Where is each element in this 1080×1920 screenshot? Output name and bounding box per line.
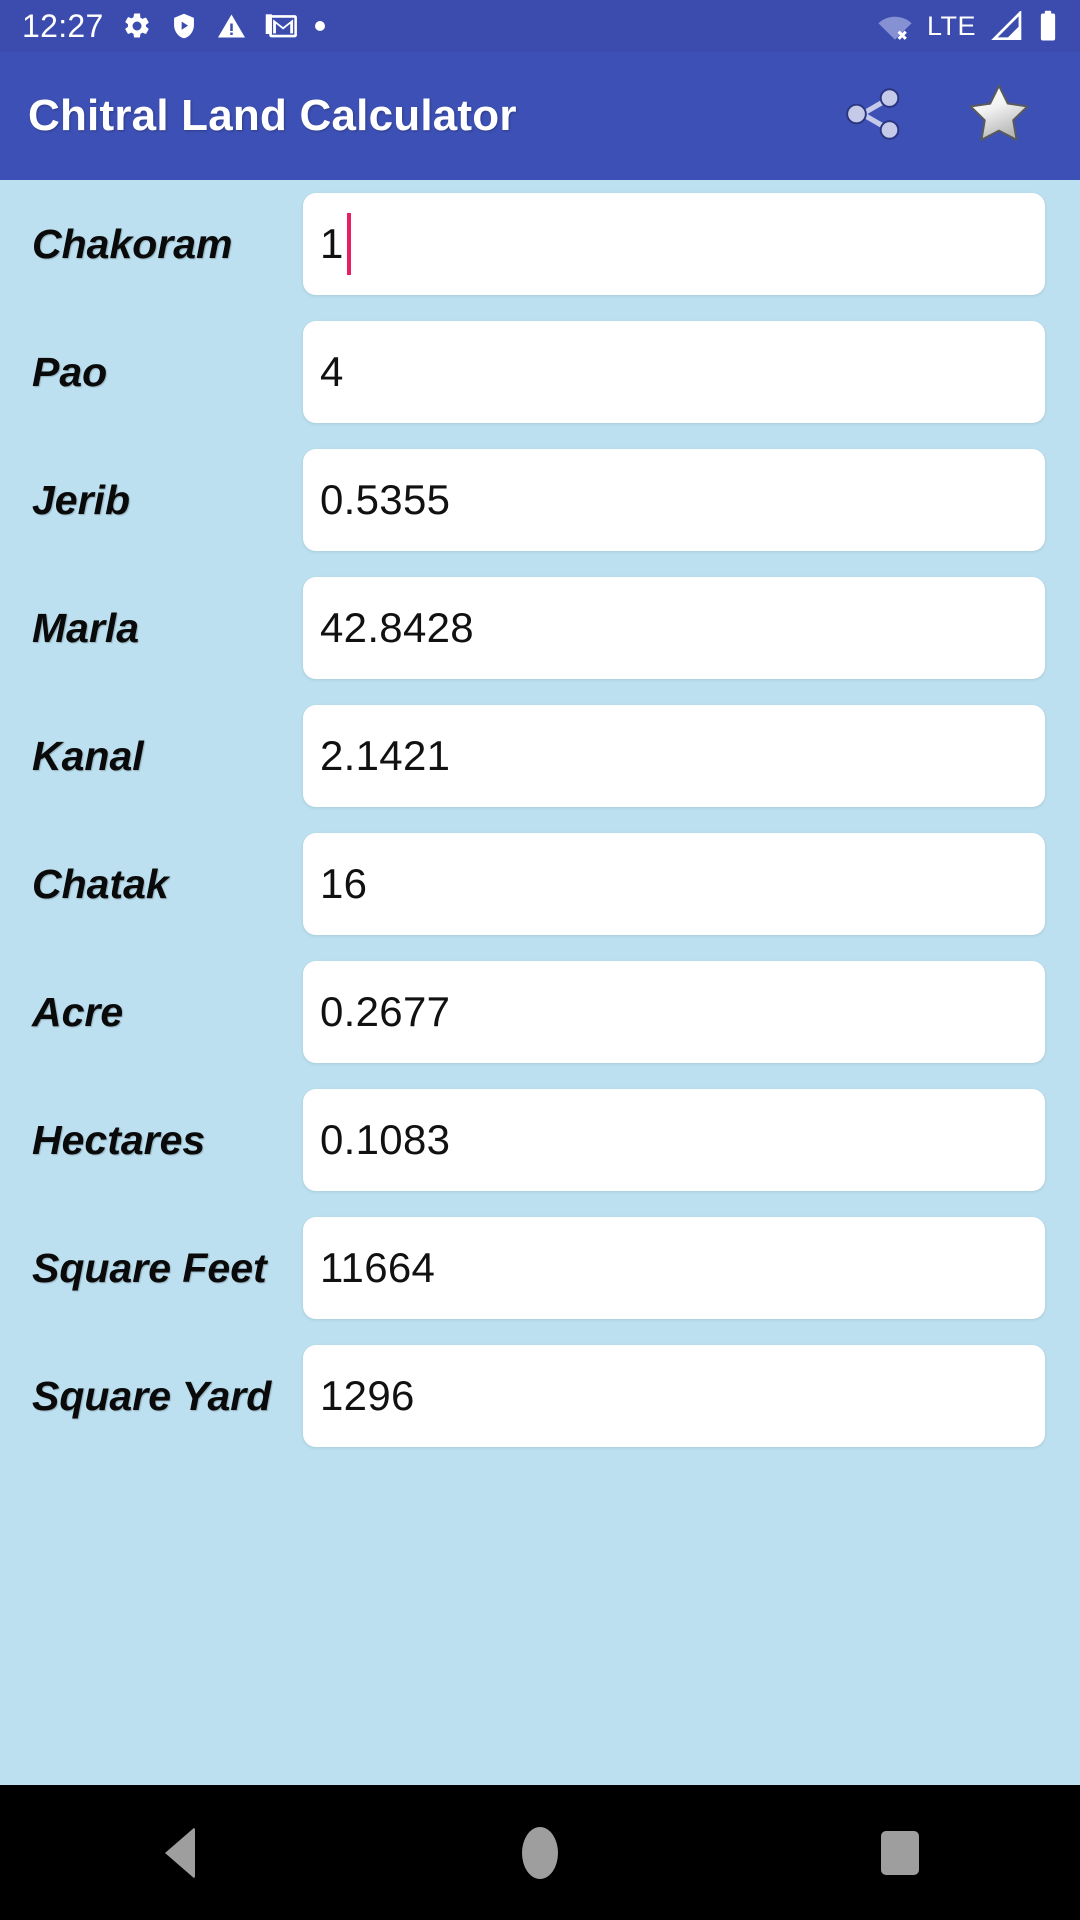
- share-icon: [840, 81, 906, 152]
- nav-home-button[interactable]: [465, 1785, 615, 1920]
- text-cursor: [346, 213, 351, 275]
- unit-input-kanal[interactable]: 2.1421: [303, 705, 1045, 807]
- unit-input-hectares[interactable]: 0.1083: [303, 1089, 1045, 1191]
- unit-row: Square Yard 1296: [0, 1332, 1080, 1460]
- unit-label-marla: Marla: [32, 604, 140, 651]
- unit-row: Chatak 16: [0, 820, 1080, 948]
- unit-input-square-yard[interactable]: 1296: [303, 1345, 1045, 1447]
- unit-input-marla[interactable]: 42.8428: [303, 577, 1045, 679]
- nav-back-button[interactable]: [105, 1785, 255, 1920]
- phone-screen: 12:27 LTE Chitral Land Calculator Chakor…: [0, 0, 1080, 1920]
- recents-square-icon: [881, 1830, 919, 1875]
- unit-row: Square Feet 11664: [0, 1204, 1080, 1332]
- app-title: Chitral Land Calculator: [28, 91, 517, 140]
- unit-input-value: 2.1421: [320, 732, 451, 779]
- unit-label-jerib: Jerib: [32, 476, 130, 523]
- home-circle-icon: [522, 1826, 558, 1879]
- unit-input-pao[interactable]: 4: [303, 321, 1045, 423]
- unit-input-value: 11664: [320, 1244, 436, 1291]
- unit-row: Hectares 0.1083: [0, 1076, 1080, 1204]
- unit-row: Pao 4: [0, 308, 1080, 436]
- play-protect-shield-icon: [170, 11, 198, 41]
- network-type-label: LTE: [926, 10, 976, 41]
- star-icon: [963, 78, 1035, 155]
- unit-row: Kanal 2.1421: [0, 692, 1080, 820]
- warning-triangle-icon: [216, 11, 247, 41]
- unit-input-value: 1: [320, 220, 344, 267]
- unit-input-value: 42.8428: [320, 604, 474, 651]
- status-bar: 12:27 LTE: [0, 0, 1080, 52]
- unit-label-kanal: Kanal: [32, 732, 144, 779]
- app-bar-actions: [834, 77, 1052, 155]
- unit-input-value: 4: [320, 348, 344, 395]
- unit-input-value: 16: [320, 860, 368, 907]
- unit-label-square-feet: Square Feet: [32, 1244, 267, 1291]
- cellular-signal-icon: [990, 11, 1024, 41]
- unit-label-hectares: Hectares: [32, 1116, 206, 1163]
- unit-input-value: 0.1083: [320, 1116, 451, 1163]
- unit-label-pao: Pao: [32, 348, 108, 395]
- app-bar: Chitral Land Calculator: [0, 52, 1080, 180]
- gear-icon: [122, 11, 152, 41]
- battery-full-icon: [1038, 10, 1058, 42]
- status-bar-left: 12:27: [22, 10, 325, 42]
- unit-input-square-feet[interactable]: 11664: [303, 1217, 1045, 1319]
- favorite-button[interactable]: [960, 77, 1038, 155]
- unit-row: Acre 0.2677: [0, 948, 1080, 1076]
- nav-recents-button[interactable]: [825, 1785, 975, 1920]
- unit-input-value: 0.2677: [320, 988, 451, 1035]
- more-dot-icon: [314, 21, 325, 31]
- wifi-off-icon: [877, 11, 913, 41]
- share-button[interactable]: [834, 77, 912, 155]
- android-navigation-bar: [0, 1785, 1080, 1920]
- unit-label-square-yard: Square Yard: [32, 1372, 272, 1419]
- unit-row: Jerib 0.5355: [0, 436, 1080, 564]
- unit-label-chakoram: Chakoram: [32, 220, 233, 267]
- unit-input-chakoram[interactable]: 1: [303, 193, 1045, 295]
- status-bar-right: LTE: [877, 10, 1058, 42]
- status-bar-clock: 12:27: [22, 8, 104, 44]
- unit-input-value: 0.5355: [320, 476, 451, 523]
- unit-label-chatak: Chatak: [32, 860, 169, 907]
- unit-label-acre: Acre: [32, 988, 124, 1035]
- unit-input-acre[interactable]: 0.2677: [303, 961, 1045, 1063]
- gmail-icon: [265, 11, 297, 41]
- unit-conversion-list: Chakoram 1 Pao 4 Jerib 0.5355 Marla 42.8428 Kana…: [0, 180, 1080, 1785]
- unit-row: Marla 42.8428: [0, 564, 1080, 692]
- unit-input-chatak[interactable]: 16: [303, 833, 1045, 935]
- unit-input-jerib[interactable]: 0.5355: [303, 449, 1045, 551]
- unit-input-value: 1296: [320, 1372, 415, 1419]
- back-triangle-icon: [165, 1826, 195, 1879]
- unit-row: Chakoram 1: [0, 180, 1080, 308]
